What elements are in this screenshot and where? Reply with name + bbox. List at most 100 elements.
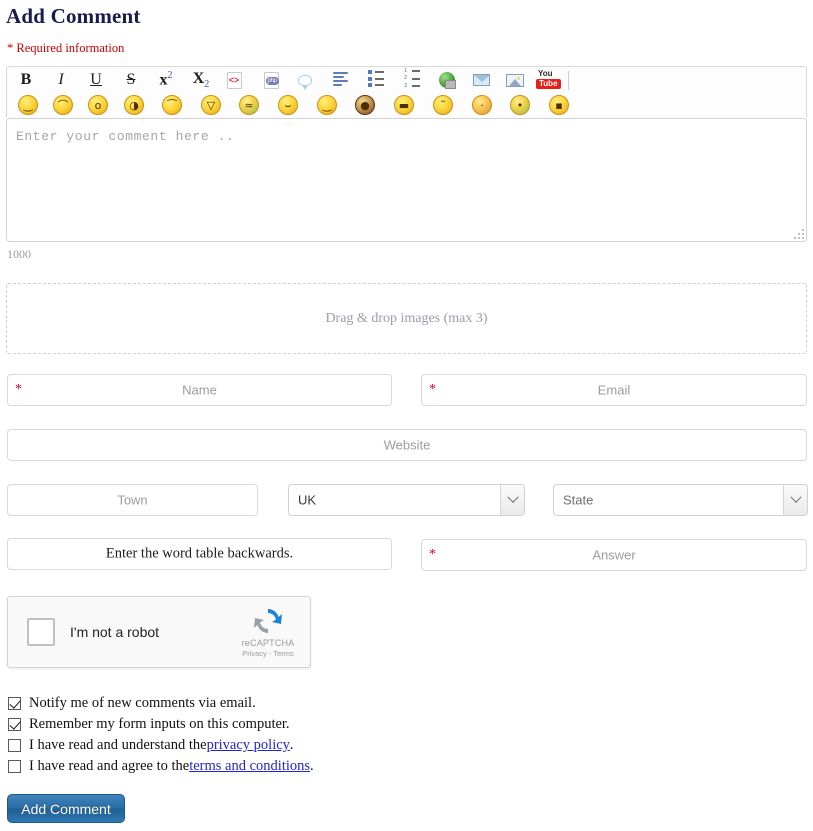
emoticon-cool[interactable]: ▬ [394, 95, 414, 115]
youtube-icon: You Tube [536, 68, 561, 90]
emoticon-glyph: ⌒ [57, 99, 69, 112]
emoticon-smile[interactable]: ‿ [18, 95, 38, 115]
privacy-policy-link[interactable]: privacy policy [207, 737, 290, 754]
unordered-list-button[interactable] [363, 68, 389, 92]
emoticon-surprised[interactable]: o [88, 95, 108, 115]
toolbar-emoticon-row: ‿ ⌒ o ◑ ⁀ ▽ ≈ ⌣ ‿ ● ▬ ˜ · • ▪ [7, 93, 806, 119]
terms-conditions-link[interactable]: terms and conditions [189, 758, 310, 775]
state-select-arrow[interactable] [783, 485, 807, 515]
emoticon-wink[interactable]: ‿ [317, 95, 337, 115]
bullet-list-icon [368, 70, 384, 90]
checkbox-row[interactable]: I have read and agree to the terms and c… [8, 756, 314, 777]
email-input[interactable]: * Email [421, 374, 807, 406]
recaptcha-checkbox[interactable] [27, 618, 55, 646]
image-dropzone[interactable]: Drag & drop images (max 3) [6, 283, 807, 354]
emoticon-glyph: ˜ [440, 99, 446, 112]
toolbar-format-row: B I U S x2 X2 <> php 1 2 3 You Tube [7, 67, 806, 94]
recaptcha-widget[interactable]: I'm not a robot reCAPTCHA Privacy - Term… [7, 596, 311, 668]
answer-placeholder: Answer [592, 547, 636, 563]
country-select-arrow[interactable] [500, 485, 524, 515]
emoticon-glyph: ◑ [129, 99, 139, 112]
emoticon-tongue[interactable]: ▽ [201, 95, 221, 115]
emoticon-angry[interactable]: ⁀ [162, 95, 182, 115]
captcha-question-text: Enter the word table backwards. [105, 545, 294, 562]
emoticon-glyph: ‿ [23, 99, 33, 112]
emoticon-grin[interactable]: ⌣ [278, 95, 298, 115]
subscript-button[interactable]: X2 [188, 68, 214, 92]
ordered-list-button[interactable]: 1 2 3 [399, 68, 425, 92]
emoticon-glyph: • [516, 99, 524, 112]
emoticon-glyph: ⁀ [167, 99, 177, 112]
align-button[interactable] [327, 68, 353, 92]
image-dropzone-label: Drag & drop images (max 3) [325, 310, 488, 326]
textarea-resize-handle[interactable] [792, 227, 804, 239]
strikethrough-glyph: S [126, 71, 136, 88]
php-icon: php [263, 71, 279, 89]
emoticon-glyph: ▽ [206, 99, 216, 112]
character-counter: 1000 [7, 247, 31, 261]
emoticon-sad[interactable]: ⌒ [53, 95, 73, 115]
state-select-value: State [563, 492, 594, 508]
country-select[interactable]: UK [288, 484, 525, 516]
code-button[interactable]: <> [221, 68, 247, 92]
checkbox-row[interactable]: Notify me of new comments via email. [8, 693, 314, 714]
strikethrough-button[interactable]: S [118, 68, 144, 92]
bold-button[interactable]: B [13, 68, 39, 92]
town-input[interactable]: Town [7, 484, 258, 516]
terms-conditions-label-after: . [310, 758, 314, 774]
superscript-glyph: x2 [159, 70, 173, 89]
emoticon-glyph: o [94, 99, 102, 112]
terms-conditions-checkbox[interactable] [8, 760, 21, 773]
emoticon-confused[interactable]: • [510, 95, 530, 115]
numbered-list-icon: 1 2 3 [404, 68, 420, 92]
notify-new-comments-checkbox[interactable] [8, 697, 21, 710]
emoticon-shocked[interactable]: ● [355, 95, 375, 115]
chevron-down-icon [789, 491, 802, 503]
state-select[interactable]: State [553, 484, 808, 516]
quote-bubble-icon [298, 74, 312, 90]
terms-conditions-label-before: I have read and agree to the [29, 758, 190, 774]
youtube-icon-top: You [538, 68, 553, 78]
privacy-policy-checkbox[interactable] [8, 739, 21, 752]
code-icon: <> [226, 71, 242, 89]
emoticon-laugh[interactable]: ◑ [124, 95, 144, 115]
website-input[interactable]: Website [7, 429, 807, 461]
checkbox-row[interactable]: Remember my form inputs on this computer… [8, 714, 314, 735]
italic-button[interactable]: I [48, 68, 74, 92]
recaptcha-branding: reCAPTCHA Privacy - Terms [239, 605, 297, 658]
add-comment-form-page: Add Comment * Required information B I U… [0, 0, 813, 831]
emoticon-kiss[interactable]: ▪ [549, 95, 569, 115]
emoticon-blush[interactable]: · [472, 95, 492, 115]
quote-button[interactable] [292, 68, 318, 92]
image-button[interactable] [502, 68, 528, 92]
checkbox-row[interactable]: I have read and understand the privacy p… [8, 735, 314, 756]
emoticon-glyph: ‿ [322, 99, 332, 112]
email-placeholder: Email [597, 382, 631, 398]
align-lines-icon [332, 72, 348, 88]
email-button[interactable] [468, 68, 494, 92]
youtube-icon-bottom: Tube [536, 78, 561, 89]
answer-input[interactable]: * Answer [421, 539, 807, 571]
php-icon-glyph: php [265, 76, 279, 85]
bold-glyph: B [20, 71, 32, 88]
link-button[interactable] [434, 68, 460, 92]
name-input[interactable]: * Name [7, 374, 392, 406]
php-button[interactable]: php [258, 68, 284, 92]
comment-textarea[interactable]: Enter your comment here .. [6, 118, 807, 242]
underline-button[interactable]: U [83, 68, 109, 92]
emoticon-sick[interactable]: ≈ [239, 95, 259, 115]
notify-new-comments-label: Notify me of new comments via email. [29, 695, 256, 711]
subscript-glyph: X2 [192, 69, 210, 91]
remember-inputs-checkbox[interactable] [8, 718, 21, 731]
recaptcha-terms-link[interactable]: Privacy - Terms [239, 649, 297, 658]
superscript-button[interactable]: x2 [153, 68, 179, 92]
recaptcha-brand-text: reCAPTCHA [241, 638, 295, 648]
privacy-policy-label-before: I have read and understand the [29, 737, 207, 753]
italic-glyph: I [58, 71, 64, 88]
add-comment-submit-button[interactable]: Add Comment [7, 794, 125, 823]
emoticon-relieved[interactable]: ˜ [433, 95, 453, 115]
required-information-note: * Required information [7, 41, 125, 55]
emoticon-glyph: ▪ [555, 99, 563, 112]
youtube-button[interactable]: You Tube [535, 67, 561, 92]
page-title: Add Comment [6, 4, 141, 28]
